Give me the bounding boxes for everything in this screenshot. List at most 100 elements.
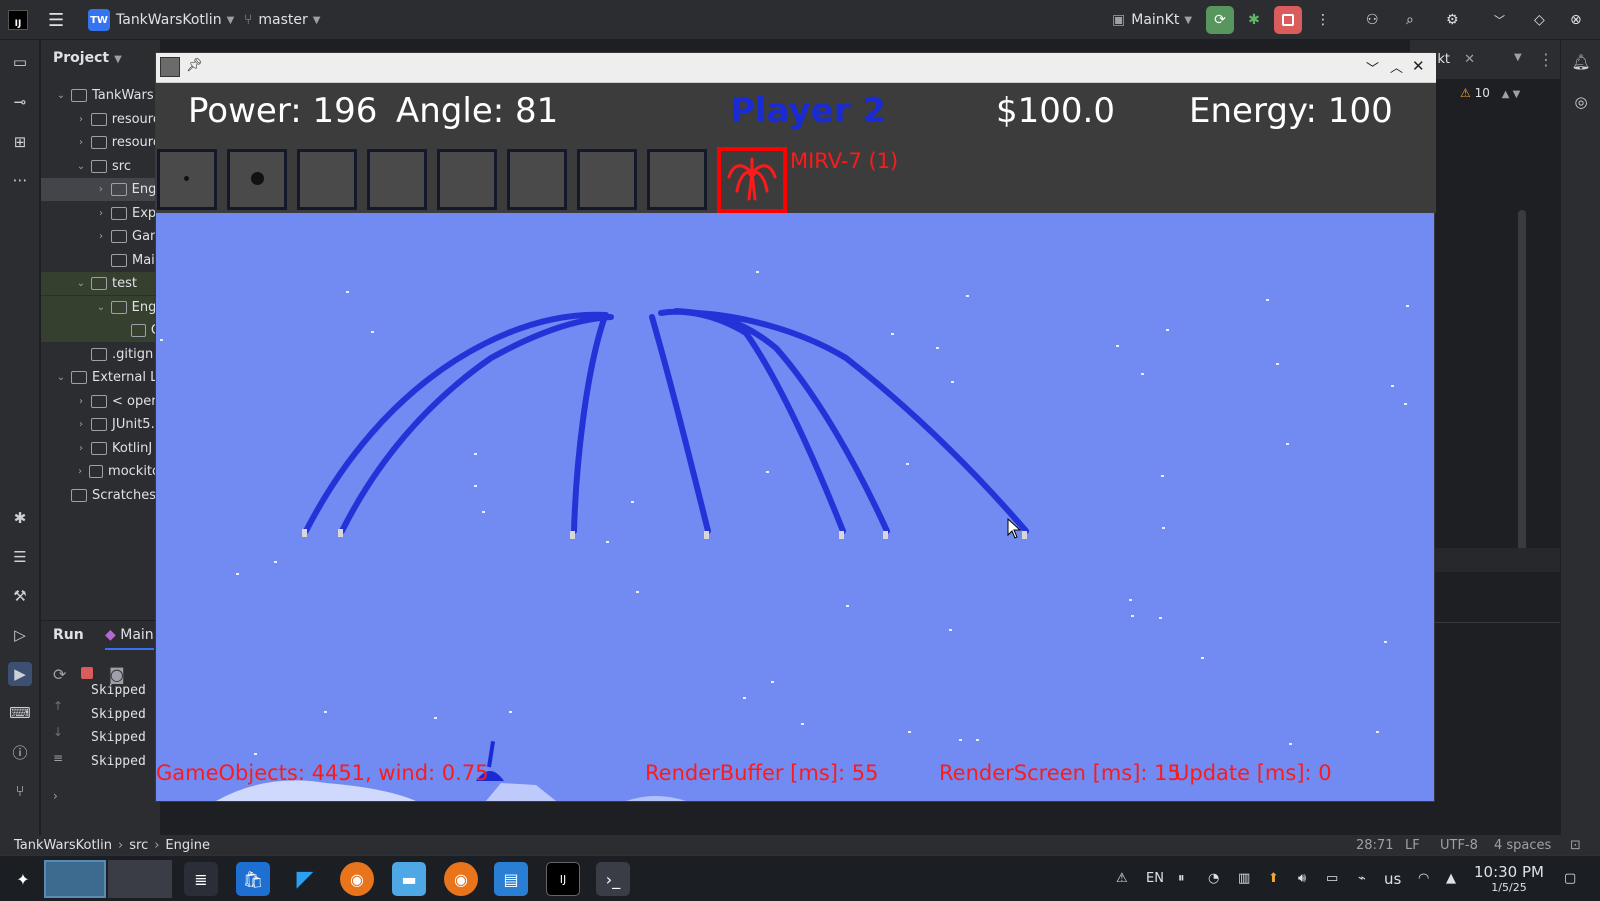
chevron-down-icon[interactable]: ⌄ (55, 90, 67, 101)
wifi-icon[interactable]: ◠ (1418, 856, 1429, 901)
debug-bug-icon[interactable]: ✱ (8, 506, 32, 530)
scroll-down-icon[interactable]: ↓ (53, 725, 63, 739)
breadcrumb-item[interactable]: TankWarsKotlin (14, 838, 112, 853)
warnings-indicator[interactable]: ⚠ 10 ▲ ▼ (1460, 86, 1520, 100)
weapon-slot[interactable] (227, 149, 287, 210)
more-actions-icon[interactable]: ⋮ (1316, 0, 1330, 40)
file-manager-icon[interactable]: ▬ (392, 862, 426, 896)
terminal-taskbar-icon[interactable]: ›_ (596, 862, 630, 896)
chevron-down-icon[interactable]: ⌄ (55, 372, 67, 383)
weapon-slot[interactable] (297, 149, 357, 210)
weapon-slot[interactable] (437, 149, 497, 210)
clipboard-icon[interactable]: ▥ (1238, 856, 1250, 901)
chevron-right-icon[interactable]: › (75, 443, 87, 454)
close-tab-icon[interactable]: ✕ (1464, 52, 1475, 67)
tree-item[interactable]: › < open (41, 390, 160, 413)
rerun-icon[interactable]: ⟳ (53, 665, 66, 684)
weapon-slot[interactable] (367, 149, 427, 210)
weapon-slot[interactable] (647, 149, 707, 210)
tree-item[interactable]: .gitign (41, 343, 160, 366)
system-settings-icon[interactable]: ≣ (184, 862, 218, 896)
soft-wrap-icon[interactable]: ≡ (53, 751, 63, 765)
settings-gear-icon[interactable]: ⚙ (1446, 0, 1459, 40)
tree-item[interactable]: ⌄ test (41, 272, 160, 295)
tabs-dropdown-icon[interactable]: ▼ (1514, 52, 1522, 63)
run-tool-icon[interactable]: ▶ (8, 662, 32, 686)
project-switcher[interactable]: TW TankWarsKotlin ▼ (88, 0, 234, 40)
run-tab-main[interactable]: ◆ Main (105, 627, 154, 650)
build-hammer-icon[interactable]: ⚒ (8, 584, 32, 608)
vscode-icon[interactable]: ◤ (288, 862, 322, 896)
chevron-down-icon[interactable]: ⌄ (75, 161, 87, 172)
chevron-right-icon[interactable]: › (95, 231, 107, 242)
tree-item[interactable]: › KotlinJ (41, 437, 160, 460)
weapon-slot[interactable] (157, 149, 217, 210)
tray-icon-alert[interactable]: ⚠ (1116, 856, 1128, 901)
code-with-me-icon[interactable]: ⚇ (1366, 0, 1379, 40)
main-menu-icon[interactable]: ☰ (48, 0, 64, 40)
tab-more-icon[interactable]: ⋮ (1538, 50, 1554, 69)
search-icon[interactable]: ⌕ (1406, 0, 1414, 40)
chevron-right-icon[interactable]: › (75, 114, 87, 125)
tree-item[interactable]: ⌄ src (41, 155, 160, 178)
commit-icon[interactable]: ⊸ (8, 90, 32, 114)
problems-icon[interactable]: ⓘ (8, 740, 32, 764)
services-icon[interactable]: ▷ (8, 623, 32, 647)
terminal-icon[interactable]: ⌨ (8, 701, 32, 725)
virtual-desktop-1[interactable] (44, 860, 106, 898)
run-config-selector[interactable]: ▣ MainKt ▼ (1112, 0, 1192, 40)
firefox-private-icon[interactable]: ◉ (444, 862, 478, 896)
chevron-right-icon[interactable]: › (75, 419, 87, 430)
firefox-icon[interactable]: ◉ (340, 862, 374, 896)
ai-assistant-icon[interactable]: ◎ (1569, 90, 1593, 114)
tree-item[interactable]: › JUnit5. (41, 413, 160, 436)
tree-item[interactable]: C (41, 319, 160, 342)
restore-icon[interactable]: ◇ (1534, 0, 1545, 40)
clock[interactable]: 10:30 PM 1/5/25 (1474, 856, 1544, 901)
readonly-lock-icon[interactable]: ⊡ (1570, 838, 1581, 853)
tree-item[interactable]: Mai (41, 249, 160, 272)
playfield[interactable] (156, 213, 1434, 801)
chevron-down-icon[interactable]: ⌄ (75, 278, 87, 289)
expand-icon[interactable]: › (53, 789, 58, 803)
notifications-bell-icon[interactable]: 🔔︎ (1569, 50, 1593, 74)
weapon-slot-selected[interactable] (717, 147, 787, 213)
usb-icon[interactable]: ⌁ (1358, 856, 1366, 901)
game-window-titlebar[interactable]: 📌︎ ﹀ ︿ ✕ (156, 53, 1436, 83)
more-tools-icon[interactable]: ⋯ (8, 168, 32, 192)
weapon-slot[interactable] (507, 149, 567, 210)
keyboard-layout[interactable]: us (1384, 856, 1401, 901)
tree-item[interactable]: ⌄ External L (41, 366, 160, 389)
tree-item[interactable]: ⌄ TankWars (41, 84, 160, 107)
chevron-right-icon[interactable]: › (75, 137, 87, 148)
list-icon[interactable]: ☰ (8, 545, 32, 569)
cursor-position[interactable]: 28:71 (1356, 838, 1393, 853)
rerun-button[interactable]: ⟳ (1206, 6, 1234, 34)
text-editor-icon[interactable]: ▤ (494, 862, 528, 896)
scroll-up-icon[interactable]: ↑ (53, 699, 63, 713)
tree-item[interactable]: › mockito (41, 460, 160, 483)
chevron-down-icon[interactable]: ⌄ (95, 302, 107, 313)
close-window-icon[interactable]: ⊗ (1570, 0, 1582, 40)
structure-icon[interactable]: ⊞ (8, 130, 32, 154)
close-game-window-icon[interactable]: ✕ (1412, 57, 1425, 75)
vpn-icon[interactable]: ◔ (1208, 856, 1219, 901)
branch-switcher[interactable]: ⑂ master ▼ (244, 0, 320, 40)
git-icon[interactable]: ⑂ (8, 779, 32, 803)
virtual-desktop-2[interactable] (108, 860, 172, 898)
stop-button[interactable] (1274, 6, 1302, 34)
line-separator[interactable]: LF (1405, 838, 1420, 853)
breadcrumb-item[interactable]: src (129, 838, 148, 853)
show-desktop-icon[interactable]: ▢ (1564, 856, 1576, 901)
weapon-slot[interactable] (577, 149, 637, 210)
updates-icon[interactable]: ⬆ (1268, 856, 1279, 901)
tree-item[interactable]: › Engi (41, 178, 160, 201)
keyboard-lang[interactable]: EN (1146, 856, 1164, 901)
indent-setting[interactable]: 4 spaces (1494, 838, 1551, 853)
maximize-window-icon[interactable]: ︿ (1390, 57, 1403, 76)
file-encoding[interactable]: UTF-8 (1440, 838, 1478, 853)
media-pause-icon[interactable]: ⏸ (1178, 856, 1185, 901)
tree-item[interactable]: › Exp (41, 202, 160, 225)
minimize-window-icon[interactable]: ﹀ (1366, 58, 1379, 77)
pin-icon[interactable]: 📌︎ (186, 58, 203, 73)
